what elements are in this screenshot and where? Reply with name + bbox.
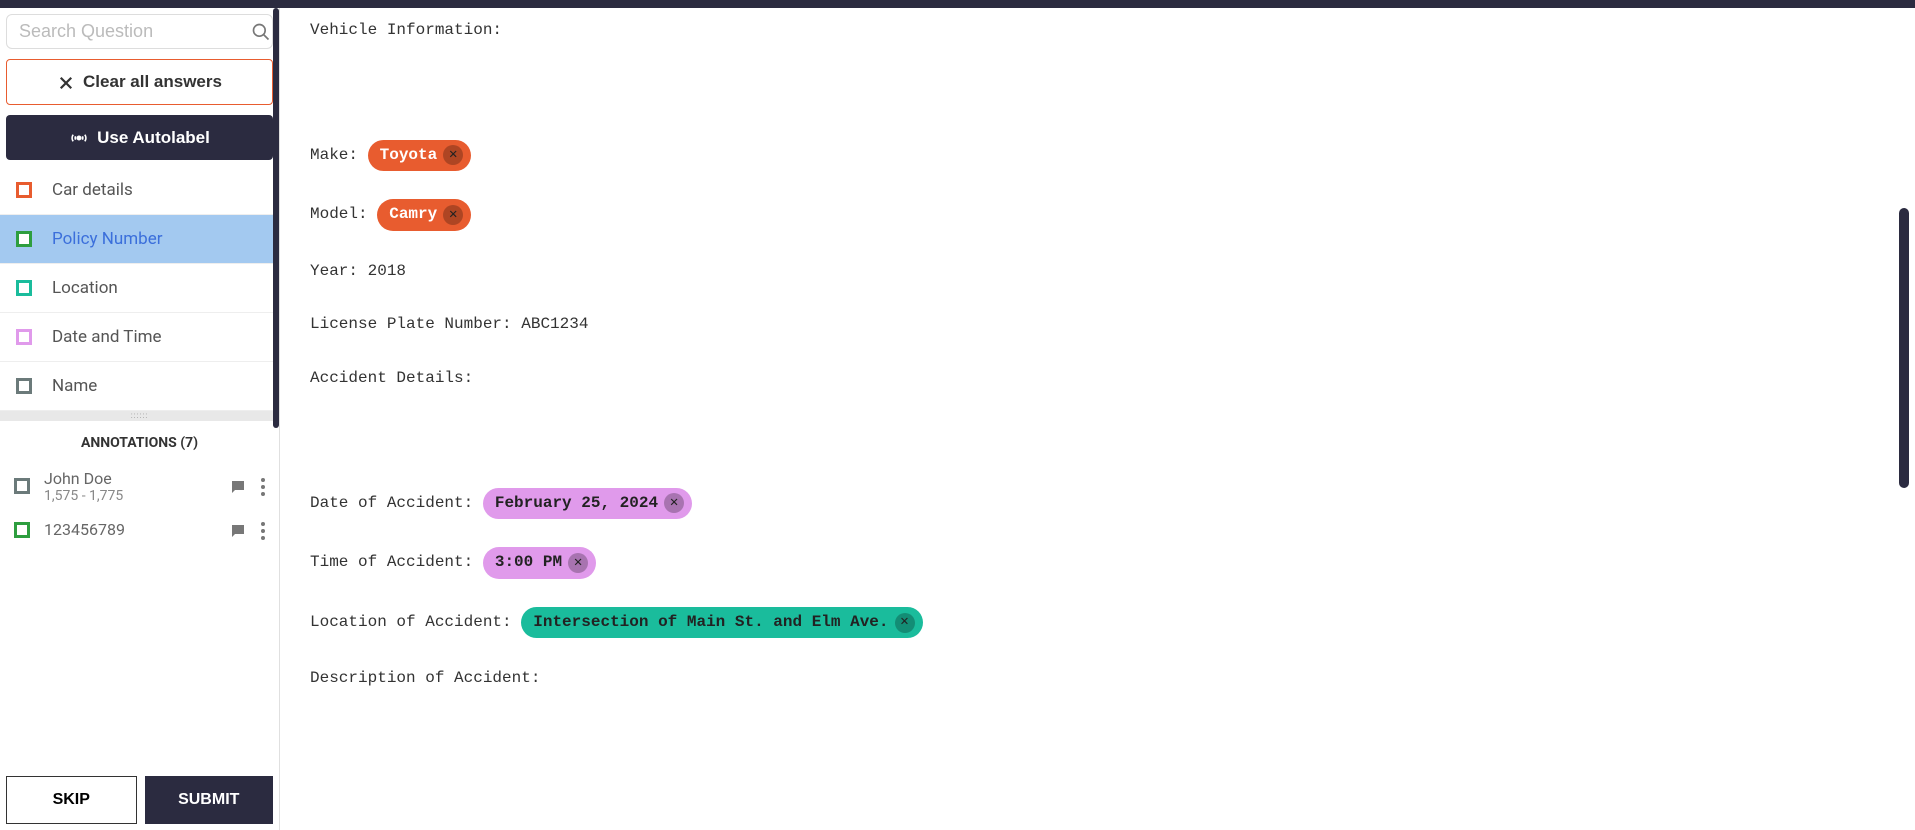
search-box[interactable] [6,14,273,49]
label-text: Policy Number [52,229,162,249]
date-label: Date of Accident: [310,494,473,512]
vehicle-info-heading: Vehicle Information: [310,18,1885,44]
label-item-car-details[interactable]: Car details [0,166,279,215]
sidebar-top: Clear all answers Use Autolabel [0,8,279,166]
model-line: Model: Camry ✕ [310,199,1885,231]
tag-text: 3:00 PM [495,550,562,576]
tag-text: February 25, 2024 [495,491,658,517]
tag-text: Toyota [380,143,438,169]
resize-handle[interactable]: :::::: [0,411,279,421]
label-text: Date and Time [52,327,162,347]
make-line: Make: Toyota ✕ [310,140,1885,172]
annotation-row[interactable]: John Doe 1,575 - 1,775 [0,461,279,512]
remove-tag-icon[interactable]: ✕ [664,493,684,513]
model-label: Model: [310,205,368,223]
color-swatch [16,182,32,198]
location-tag[interactable]: Intersection of Main St. and Elm Ave. ✕ [521,607,922,639]
time-label: Time of Accident: [310,553,473,571]
color-swatch [16,231,32,247]
make-label: Make: [310,146,358,164]
remove-tag-icon[interactable]: ✕ [568,553,588,573]
time-tag[interactable]: 3:00 PM ✕ [483,547,596,579]
annotation-range: 1,575 - 1,775 [44,488,215,504]
label-list: Car details Policy Number Location Date … [0,166,279,411]
color-swatch [16,378,32,394]
skip-button[interactable]: SKIP [6,776,137,824]
more-icon[interactable] [261,520,265,540]
broadcast-icon [69,127,89,148]
annotation-row[interactable]: 123456789 [0,512,279,548]
topbar [0,0,1915,8]
sidebar-scrollbar[interactable] [273,8,279,428]
remove-tag-icon[interactable]: ✕ [895,613,915,633]
tag-text: Camry [389,202,437,228]
model-tag[interactable]: Camry ✕ [377,199,471,231]
remove-tag-icon[interactable]: ✕ [443,145,463,165]
app-container: Clear all answers Use Autolabel Car deta… [0,8,1915,830]
clear-answers-button[interactable]: Clear all answers [6,59,273,105]
annotation-name: 123456789 [44,520,215,539]
comment-icon[interactable] [229,476,247,496]
label-item-name[interactable]: Name [0,362,279,411]
date-tag[interactable]: February 25, 2024 ✕ [483,488,692,520]
description-heading: Description of Accident: [310,666,1885,692]
close-icon [57,72,75,92]
location-line: Location of Accident: Intersection of Ma… [310,607,1885,639]
autolabel-label: Use Autolabel [97,128,210,148]
label-text: Car details [52,180,133,200]
clear-answers-label: Clear all answers [83,72,222,92]
main-scrollbar[interactable] [1899,208,1909,488]
tag-text: Intersection of Main St. and Elm Ave. [533,610,888,636]
sidebar-footer: SKIP SUBMIT [0,770,279,830]
sidebar: Clear all answers Use Autolabel Car deta… [0,8,280,830]
search-input[interactable] [19,21,251,42]
label-item-location[interactable]: Location [0,264,279,313]
make-tag[interactable]: Toyota ✕ [368,140,472,172]
remove-tag-icon[interactable]: ✕ [443,205,463,225]
location-label: Location of Accident: [310,613,512,631]
comment-icon[interactable] [229,520,247,540]
accident-heading: Accident Details: [310,366,1885,392]
color-swatch [14,522,30,538]
document-panel: Vehicle Information: Make: Toyota ✕ Mode… [280,8,1915,830]
annotation-text: John Doe 1,575 - 1,775 [44,469,215,504]
label-text: Name [52,376,97,396]
year-line: Year: 2018 [310,259,1885,285]
color-swatch [14,478,30,494]
autolabel-button[interactable]: Use Autolabel [6,115,273,160]
color-swatch [16,280,32,296]
annotations-header: ANNOTATIONS (7) [0,421,279,461]
annotation-name: John Doe [44,469,215,488]
label-item-policy-number[interactable]: Policy Number [0,215,279,264]
submit-button[interactable]: SUBMIT [145,776,274,824]
search-icon [251,21,271,42]
plate-line: License Plate Number: ABC1234 [310,312,1885,338]
time-line: Time of Accident: 3:00 PM ✕ [310,547,1885,579]
label-item-date-time[interactable]: Date and Time [0,313,279,362]
date-line: Date of Accident: February 25, 2024 ✕ [310,488,1885,520]
annotation-text: 123456789 [44,520,215,539]
label-text: Location [52,278,118,298]
color-swatch [16,329,32,345]
more-icon[interactable] [261,476,265,496]
